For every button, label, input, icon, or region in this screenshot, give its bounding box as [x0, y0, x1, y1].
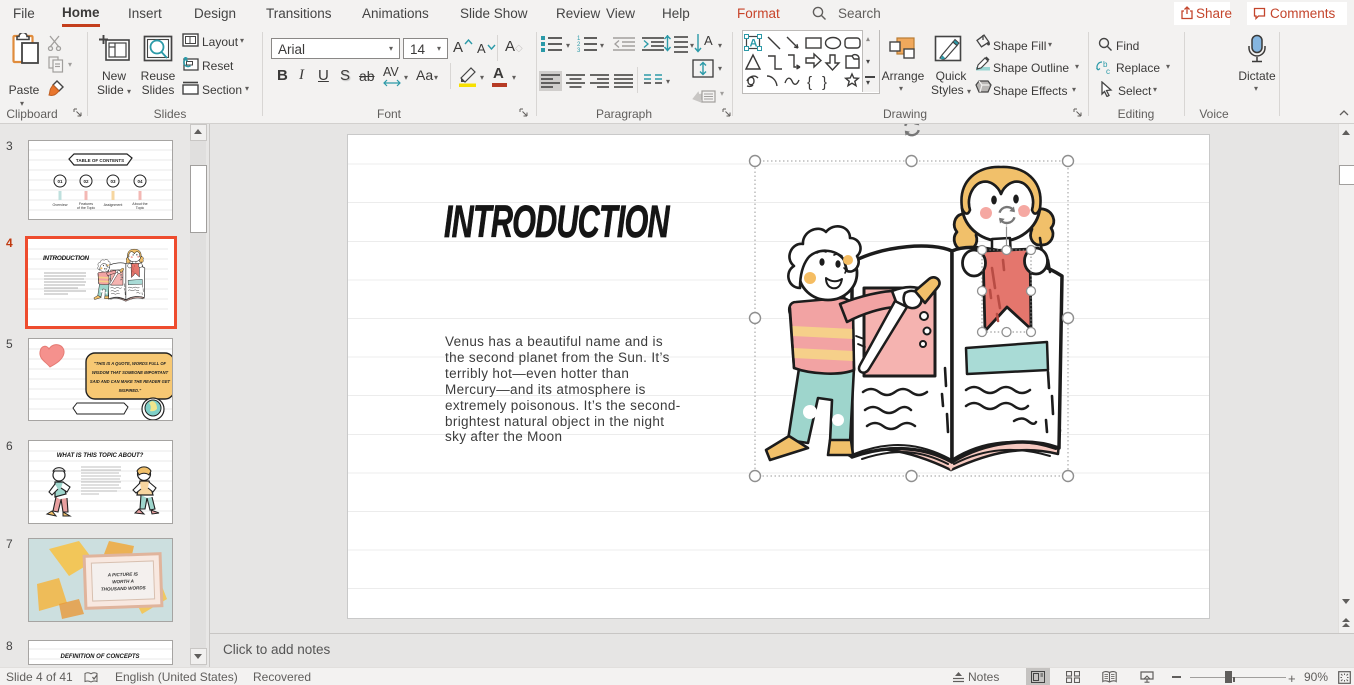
svg-text:WISDOM THAT SOMEONE IMPORTANT: WISDOM THAT SOMEONE IMPORTANT: [92, 370, 169, 375]
svg-text:{: {: [807, 74, 812, 90]
svg-text:Topic: Topic: [136, 206, 145, 210]
svg-text:SAID AND CAN MAKE THE READER G: SAID AND CAN MAKE THE READER GET: [90, 379, 171, 384]
svg-text:3: 3: [577, 48, 581, 53]
svg-text:"THIS IS A QUOTE, WORDS FULL O: "THIS IS A QUOTE, WORDS FULL OF: [94, 361, 167, 366]
svg-text:c: c: [1106, 67, 1110, 75]
svg-text:INTRODUCTION: INTRODUCTION: [43, 255, 90, 262]
svg-text:02: 02: [83, 179, 89, 184]
svg-text:WORTH A: WORTH A: [112, 579, 134, 585]
svg-text:WHAT IS THIS TOPIC ABOUT?: WHAT IS THIS TOPIC ABOUT?: [57, 453, 144, 459]
svg-text:03: 03: [110, 179, 116, 184]
svg-text:TABLE OF CONTENTS: TABLE OF CONTENTS: [76, 158, 124, 163]
svg-text:of the Topic: of the Topic: [77, 206, 96, 210]
svg-text:Assignment: Assignment: [104, 203, 123, 207]
svg-text:01: 01: [57, 179, 63, 184]
svg-text:DEFINITION OF CONCEPTS: DEFINITION OF CONCEPTS: [60, 654, 139, 660]
svg-text:A: A: [750, 38, 758, 50]
svg-text:INSPIRED.": INSPIRED.": [119, 388, 141, 393]
svg-text:}: }: [822, 74, 827, 90]
svg-text:Overview: Overview: [53, 203, 68, 207]
svg-text:04: 04: [137, 179, 143, 184]
svg-text:A: A: [704, 33, 713, 48]
